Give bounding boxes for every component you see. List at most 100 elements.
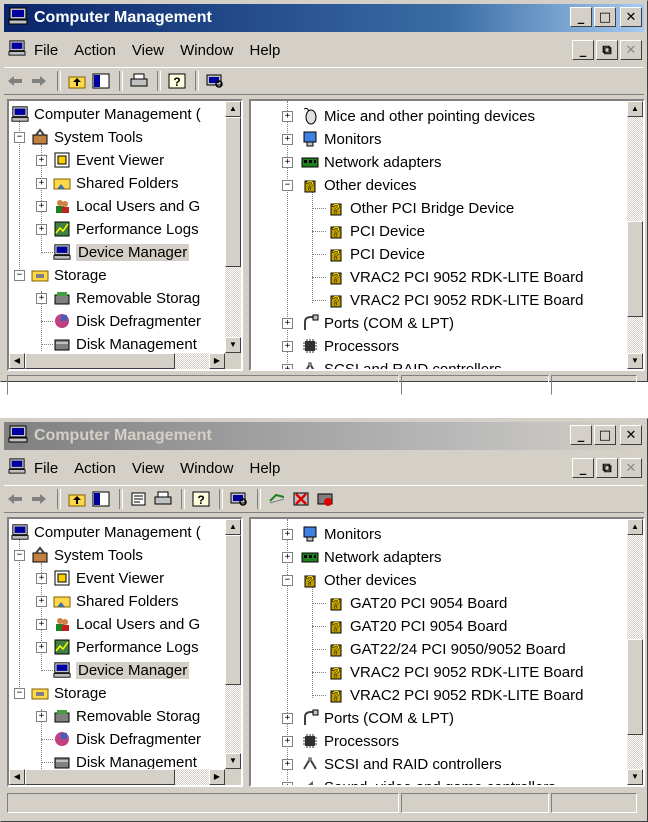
close-button[interactable]: ✕ (620, 425, 642, 445)
back-icon[interactable] (4, 70, 26, 92)
tree-horizontal-scrollbar[interactable]: ◀ ▶ (9, 353, 225, 369)
up-folder-icon[interactable] (66, 488, 88, 510)
menu-help[interactable]: Help (249, 42, 280, 59)
tree-performance-logs[interactable]: Performance Logs (53, 636, 199, 658)
expand-toggle[interactable]: + (36, 155, 47, 166)
tree-event-viewer[interactable]: Event Viewer (53, 567, 164, 589)
device-category-ports[interactable]: Ports (COM & LPT) (301, 707, 454, 729)
help-icon[interactable]: ? (166, 70, 188, 92)
title-bar[interactable]: Computer Management _ □ ✕ (4, 4, 644, 32)
tree-removable-storage[interactable]: Removable Storag (53, 287, 200, 309)
menu-view[interactable]: View (132, 460, 164, 477)
scroll-left-button[interactable]: ◀ (9, 353, 25, 369)
minimize-button[interactable]: _ (570, 425, 592, 445)
tree-system-tools[interactable]: System Tools (31, 544, 143, 566)
devices-vertical-scrollbar[interactable]: ▲ ▼ (627, 101, 643, 369)
device-category-network-adapters[interactable]: Network adapters (301, 546, 442, 568)
child-minimize-button[interactable]: _ (572, 458, 594, 478)
tree-disk-defragmenter[interactable]: Disk Defragmenter (53, 310, 201, 332)
device-category-processors[interactable]: Processors (301, 335, 399, 357)
tree-storage[interactable]: Storage (31, 682, 107, 704)
scroll-down-button[interactable]: ▼ (627, 769, 643, 785)
device-item[interactable]: ? GAT20 PCI 9054 Board (327, 615, 507, 637)
maximize-button[interactable]: □ (594, 7, 616, 27)
disable-device-icon[interactable] (314, 488, 336, 510)
device-category-sound[interactable]: Sound, video and game controllers (301, 776, 556, 785)
device-item[interactable]: ? VRAC2 PCI 9052 RDK-LITE Board (327, 266, 583, 288)
tree-horizontal-scrollbar[interactable]: ◀ ▶ (9, 769, 225, 785)
device-item[interactable]: ? Other PCI Bridge Device (327, 197, 514, 219)
expand-toggle[interactable]: + (36, 642, 47, 653)
scroll-thumb[interactable] (25, 769, 175, 785)
device-category-monitors[interactable]: Monitors (301, 523, 382, 545)
tree-vertical-scrollbar[interactable]: ▲ ▼ (225, 519, 241, 769)
expand-toggle[interactable]: + (36, 293, 47, 304)
scroll-thumb[interactable] (25, 353, 175, 369)
update-driver-icon[interactable] (266, 488, 288, 510)
menu-action[interactable]: Action (74, 460, 116, 477)
collapse-toggle[interactable]: − (14, 688, 25, 699)
tree-device-manager[interactable]: Device Manager (53, 241, 190, 263)
show-tree-icon[interactable] (90, 488, 112, 510)
scroll-down-button[interactable]: ▼ (225, 337, 241, 353)
device-category-network-adapters[interactable]: Network adapters (301, 151, 442, 173)
scroll-up-button[interactable]: ▲ (225, 519, 241, 535)
menu-window[interactable]: Window (180, 460, 233, 477)
child-minimize-button[interactable]: _ (572, 40, 594, 60)
child-restore-button[interactable]: ⧉ (596, 40, 618, 60)
expand-toggle[interactable]: + (282, 759, 293, 770)
collapse-toggle[interactable]: − (14, 132, 25, 143)
expand-toggle[interactable]: + (36, 178, 47, 189)
expand-toggle[interactable]: + (282, 341, 293, 352)
device-item[interactable]: ? VRAC2 PCI 9052 RDK-LITE Board (327, 661, 583, 683)
device-category-ports[interactable]: Ports (COM & LPT) (301, 312, 454, 334)
expand-toggle[interactable]: + (36, 619, 47, 630)
tree-removable-storage[interactable]: Removable Storag (53, 705, 200, 727)
device-item[interactable]: ? PCI Device (327, 220, 425, 242)
device-item[interactable]: ? VRAC2 PCI 9052 RDK-LITE Board (327, 684, 583, 706)
back-icon[interactable] (4, 488, 26, 510)
menu-file[interactable]: File (34, 42, 58, 59)
devices-vertical-scrollbar[interactable]: ▲ ▼ (627, 519, 643, 785)
tree-device-manager[interactable]: Device Manager (53, 659, 190, 681)
tree-computer-management[interactable]: Computer Management ( (11, 103, 201, 125)
expand-toggle[interactable]: + (36, 711, 47, 722)
expand-toggle[interactable]: + (36, 596, 47, 607)
expand-toggle[interactable]: + (282, 111, 293, 122)
device-category-monitors[interactable]: Monitors (301, 128, 382, 150)
tree-system-tools[interactable]: System Tools (31, 126, 143, 148)
expand-toggle[interactable]: + (36, 573, 47, 584)
collapse-toggle[interactable]: − (14, 270, 25, 281)
scroll-down-button[interactable]: ▼ (627, 353, 643, 369)
collapse-toggle[interactable]: − (14, 550, 25, 561)
scroll-thumb[interactable] (627, 221, 643, 317)
expand-toggle[interactable]: + (36, 224, 47, 235)
expand-toggle[interactable]: + (282, 713, 293, 724)
expand-toggle[interactable]: + (282, 552, 293, 563)
up-folder-icon[interactable] (66, 70, 88, 92)
tree-shared-folders[interactable]: Shared Folders (53, 590, 179, 612)
tree-disk-management[interactable]: Disk Management (53, 333, 197, 355)
menu-file[interactable]: File (34, 460, 58, 477)
expand-toggle[interactable]: + (282, 782, 293, 785)
close-button[interactable]: ✕ (620, 7, 642, 27)
scroll-thumb[interactable] (627, 639, 643, 735)
menu-window[interactable]: Window (180, 42, 233, 59)
tree-vertical-scrollbar[interactable]: ▲ ▼ (225, 101, 241, 353)
print-icon[interactable] (128, 70, 150, 92)
tree-disk-defragmenter[interactable]: Disk Defragmenter (53, 728, 201, 750)
device-category-scsi[interactable]: SCSI and RAID controllers (301, 753, 502, 775)
scroll-up-button[interactable]: ▲ (627, 519, 643, 535)
expand-toggle[interactable]: + (282, 318, 293, 329)
scroll-thumb[interactable] (225, 535, 241, 685)
scan-hardware-icon[interactable] (204, 70, 226, 92)
print-icon[interactable] (152, 488, 174, 510)
device-item[interactable]: ? GAT22/24 PCI 9050/9052 Board (327, 638, 566, 660)
expand-toggle[interactable]: + (282, 364, 293, 369)
scroll-up-button[interactable]: ▲ (627, 101, 643, 117)
menu-help[interactable]: Help (249, 460, 280, 477)
expand-toggle[interactable]: + (282, 736, 293, 747)
tree-local-users[interactable]: Local Users and G (53, 613, 200, 635)
scroll-right-button[interactable]: ▶ (209, 769, 225, 785)
help-icon[interactable]: ? (190, 488, 212, 510)
